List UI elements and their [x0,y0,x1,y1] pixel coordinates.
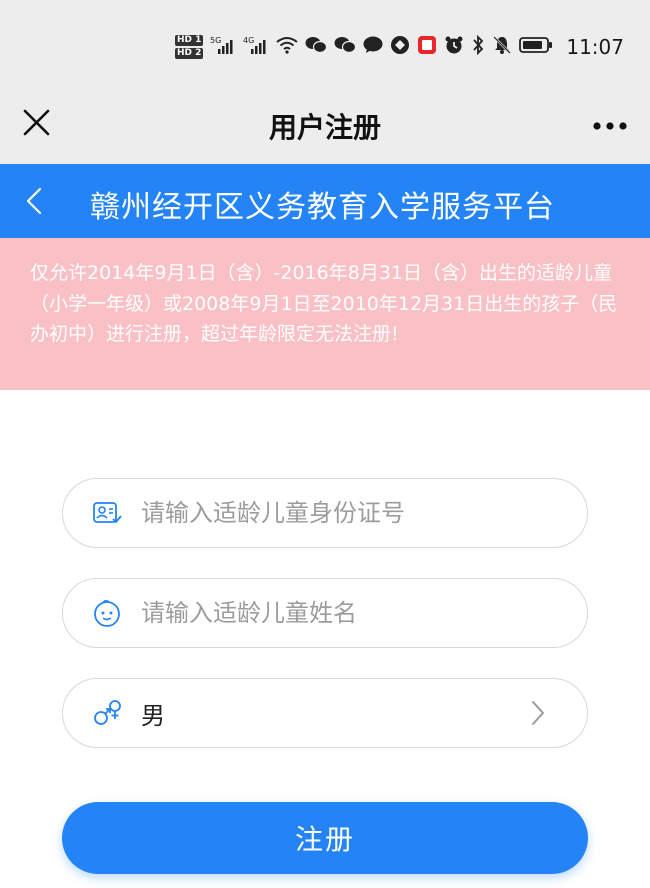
gender-select[interactable]: 男 [62,678,588,748]
age-notice-text: 仅允许2014年9月1日（含）-2016年8月31日（含）出生的适龄儿童（小学一… [30,262,618,345]
battery-icon [519,36,553,58]
page-title: 用户注册 [268,111,381,144]
id-number-input[interactable] [141,499,587,527]
gender-value: 男 [141,701,165,730]
id-card-icon [91,497,123,529]
hd-indicator: HD 1 HD 2 [174,34,204,60]
clock-time: 11:07 [566,35,624,59]
bluetooth-icon [471,34,485,59]
gender-icon [91,697,123,729]
platform-title: 赣州经开区义务教育入学服务平台 [90,190,555,225]
app-icon [390,35,410,59]
wechat-icon-2 [334,36,357,58]
register-button[interactable]: 注册 [62,802,588,874]
wifi-icon [276,36,298,58]
id-number-field[interactable] [62,478,588,548]
status-icons: HD 1 HD 2 5G 4G 11:07 [174,34,624,60]
title-bar: 用户注册 [0,90,650,164]
hd1-label: HD 1 [174,35,204,46]
mute-icon [492,35,512,59]
platform-header: 赣州经开区义务教育入学服务平台 [0,164,650,238]
red-app-icon [417,35,437,59]
chevron-right-icon [529,699,547,727]
wechat-icon [305,36,328,58]
hd2-label: HD 2 [174,48,204,59]
child-name-input[interactable] [141,599,587,627]
message-icon [363,36,383,58]
svg-text:5G: 5G [210,36,221,45]
child-name-field[interactable] [62,578,588,648]
age-notice-banner: 仅允许2014年9月1日（含）-2016年8月31日（含）出生的适龄儿童（小学一… [0,238,650,390]
more-icon[interactable] [592,116,628,130]
back-icon[interactable] [22,186,48,216]
baby-face-icon [91,597,123,629]
status-bar: HD 1 HD 2 5G 4G 11:07 [0,0,650,90]
svg-text:4G: 4G [243,36,254,45]
signal-5g-icon: 5G [210,35,236,59]
alarm-icon [444,35,464,59]
signal-4g-icon: 4G [243,35,269,59]
